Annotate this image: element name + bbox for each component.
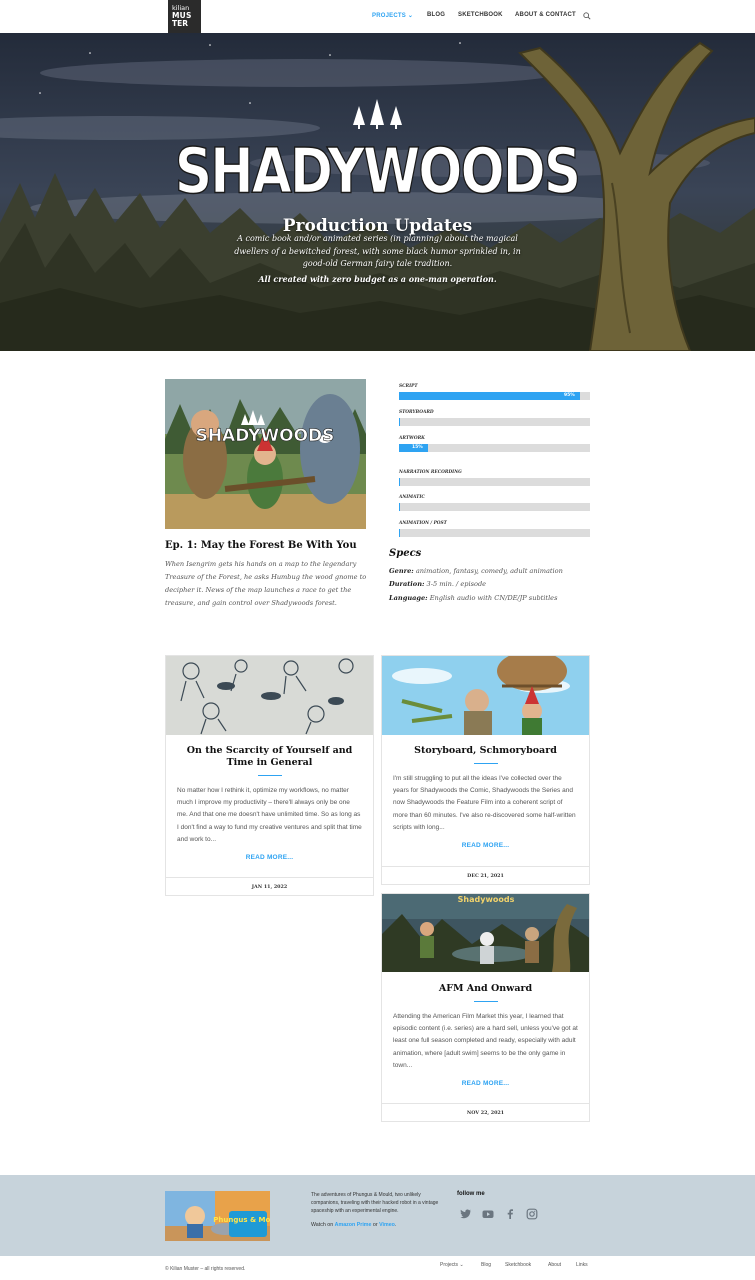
nav-about-contact[interactable]: ABOUT & CONTACT: [515, 12, 576, 18]
post-title[interactable]: AFM And Onward: [392, 983, 579, 995]
footer-nav-about[interactable]: About: [548, 1262, 561, 1268]
read-more-link[interactable]: READ MORE...: [382, 1080, 589, 1087]
blog-card: Shadywoods AFM And Onward Attending the …: [381, 893, 590, 1122]
specs-title: Specs: [389, 548, 422, 559]
svg-text:SHADYWOODS: SHADYWOODS: [196, 426, 335, 446]
spec-row-duration: Duration: 3-5 min. / episode: [389, 580, 487, 588]
post-date: DEC 21, 2021: [382, 866, 589, 884]
progress-fill: [399, 418, 400, 426]
phungus-mould-image[interactable]: Phungus & Mould: [165, 1191, 270, 1241]
read-more-link[interactable]: READ MORE...: [166, 854, 373, 861]
instagram-icon[interactable]: [526, 1208, 538, 1220]
chevron-down-icon: ⌄: [407, 13, 414, 19]
progress-bar-artwork: 15%: [399, 444, 590, 452]
footer-description: The adventures of Phungus & Mould, two u…: [311, 1192, 439, 1214]
episode-title: Ep. 1: May the Forest Be With You: [165, 540, 357, 551]
progress-bar-narration: [399, 478, 590, 486]
spec-row-genre: Genre: animation, fantasy, comedy, adult…: [389, 567, 563, 575]
footer-nav-projects[interactable]: Projects ⌄: [440, 1262, 464, 1268]
hero-description: A comic book and/or animated series (in …: [234, 234, 521, 268]
blog-card: Storyboard, Schmoryboard I'm still strug…: [381, 655, 590, 885]
site-logo[interactable]: kilian MUS TER: [168, 0, 201, 33]
progress-label: ANIMATIC: [399, 495, 425, 500]
hero-banner: SHADYWOODS Production Updates A comic bo…: [0, 33, 755, 351]
progress-label: ARTWORK: [399, 436, 425, 441]
progress-label: STORYBOARD: [399, 410, 434, 415]
progress-bar-script: 95%: [399, 392, 590, 400]
post-image[interactable]: [382, 656, 589, 735]
site-footer: Phungus & Mould The adventures of Phungu…: [0, 1175, 755, 1256]
post-title[interactable]: Storyboard, Schmoryboard: [392, 745, 579, 757]
post-excerpt: Attending the American Film Market this …: [393, 1013, 578, 1069]
amazon-prime-link[interactable]: Amazon Prime: [335, 1222, 372, 1228]
nav-blog[interactable]: BLOG: [427, 12, 445, 18]
spec-row-language: Language: English audio with CN/DE/JP su…: [389, 594, 558, 602]
progress-label: SCRIPT: [399, 384, 418, 389]
progress-fill: [399, 529, 400, 537]
post-date: JAN 11, 2022: [166, 877, 373, 895]
footer-nav-sketchbook[interactable]: Sketchbook: [505, 1262, 531, 1268]
blog-card: On the Scarcity of Yourself and Time in …: [165, 655, 374, 896]
twitter-icon[interactable]: [460, 1208, 472, 1220]
post-date: NOV 22, 2021: [382, 1103, 589, 1121]
post-image[interactable]: [166, 656, 373, 735]
footer-nav-links[interactable]: Links: [576, 1262, 588, 1268]
svg-text:Shadywoods: Shadywoods: [458, 895, 515, 904]
progress-bar-animation-post: [399, 529, 590, 537]
footer-watch: Watch on Amazon Prime or Vimeo.: [311, 1222, 397, 1228]
footer-nav-blog[interactable]: Blog: [481, 1262, 491, 1268]
progress-bar-storyboard: [399, 418, 590, 426]
post-title[interactable]: On the Scarcity of Yourself and Time in …: [176, 745, 363, 769]
follow-heading: follow me: [457, 1191, 485, 1197]
page: kilian MUS TER PROJECTS ⌄ BLOG SKETCHBOO…: [0, 0, 755, 1280]
post-excerpt: I'm still struggling to put all the idea…: [393, 775, 576, 831]
bottom-bar: © Kilian Muster – all rights reserved. P…: [0, 1256, 755, 1280]
post-excerpt: No matter how I rethink it, optimize my …: [177, 787, 362, 843]
progress-fill: [399, 478, 400, 486]
post-image[interactable]: Shadywoods: [382, 894, 589, 972]
vimeo-link[interactable]: Vimeo: [379, 1222, 395, 1228]
read-more-link[interactable]: READ MORE...: [382, 842, 589, 849]
svg-text:Phungus & Mould: Phungus & Mould: [213, 1216, 270, 1224]
hero-strong-text: All created with zero budget as a one-ma…: [258, 274, 497, 284]
progress-label: ANIMATION / POST: [399, 521, 447, 526]
progress-label: NARRATION RECORDING: [399, 470, 462, 475]
progress-fill: [399, 503, 400, 511]
site-header: kilian MUS TER PROJECTS ⌄ BLOG SKETCHBOO…: [0, 0, 755, 33]
copyright: © Kilian Muster – all rights reserved.: [165, 1266, 246, 1272]
progress-bar-animatic: [399, 503, 590, 511]
nav-projects[interactable]: PROJECTS ⌄: [372, 12, 413, 19]
progress-fill: [399, 392, 581, 400]
youtube-icon[interactable]: [482, 1208, 494, 1220]
chevron-down-icon: ⌄: [459, 1262, 464, 1268]
search-icon[interactable]: [583, 12, 591, 20]
episode-description: When Isengrim gets his hands on a map to…: [165, 560, 367, 607]
facebook-icon[interactable]: [504, 1208, 516, 1220]
nav-sketchbook[interactable]: SKETCHBOOK: [458, 12, 503, 18]
episode-image: SHADYWOODS: [165, 379, 366, 529]
